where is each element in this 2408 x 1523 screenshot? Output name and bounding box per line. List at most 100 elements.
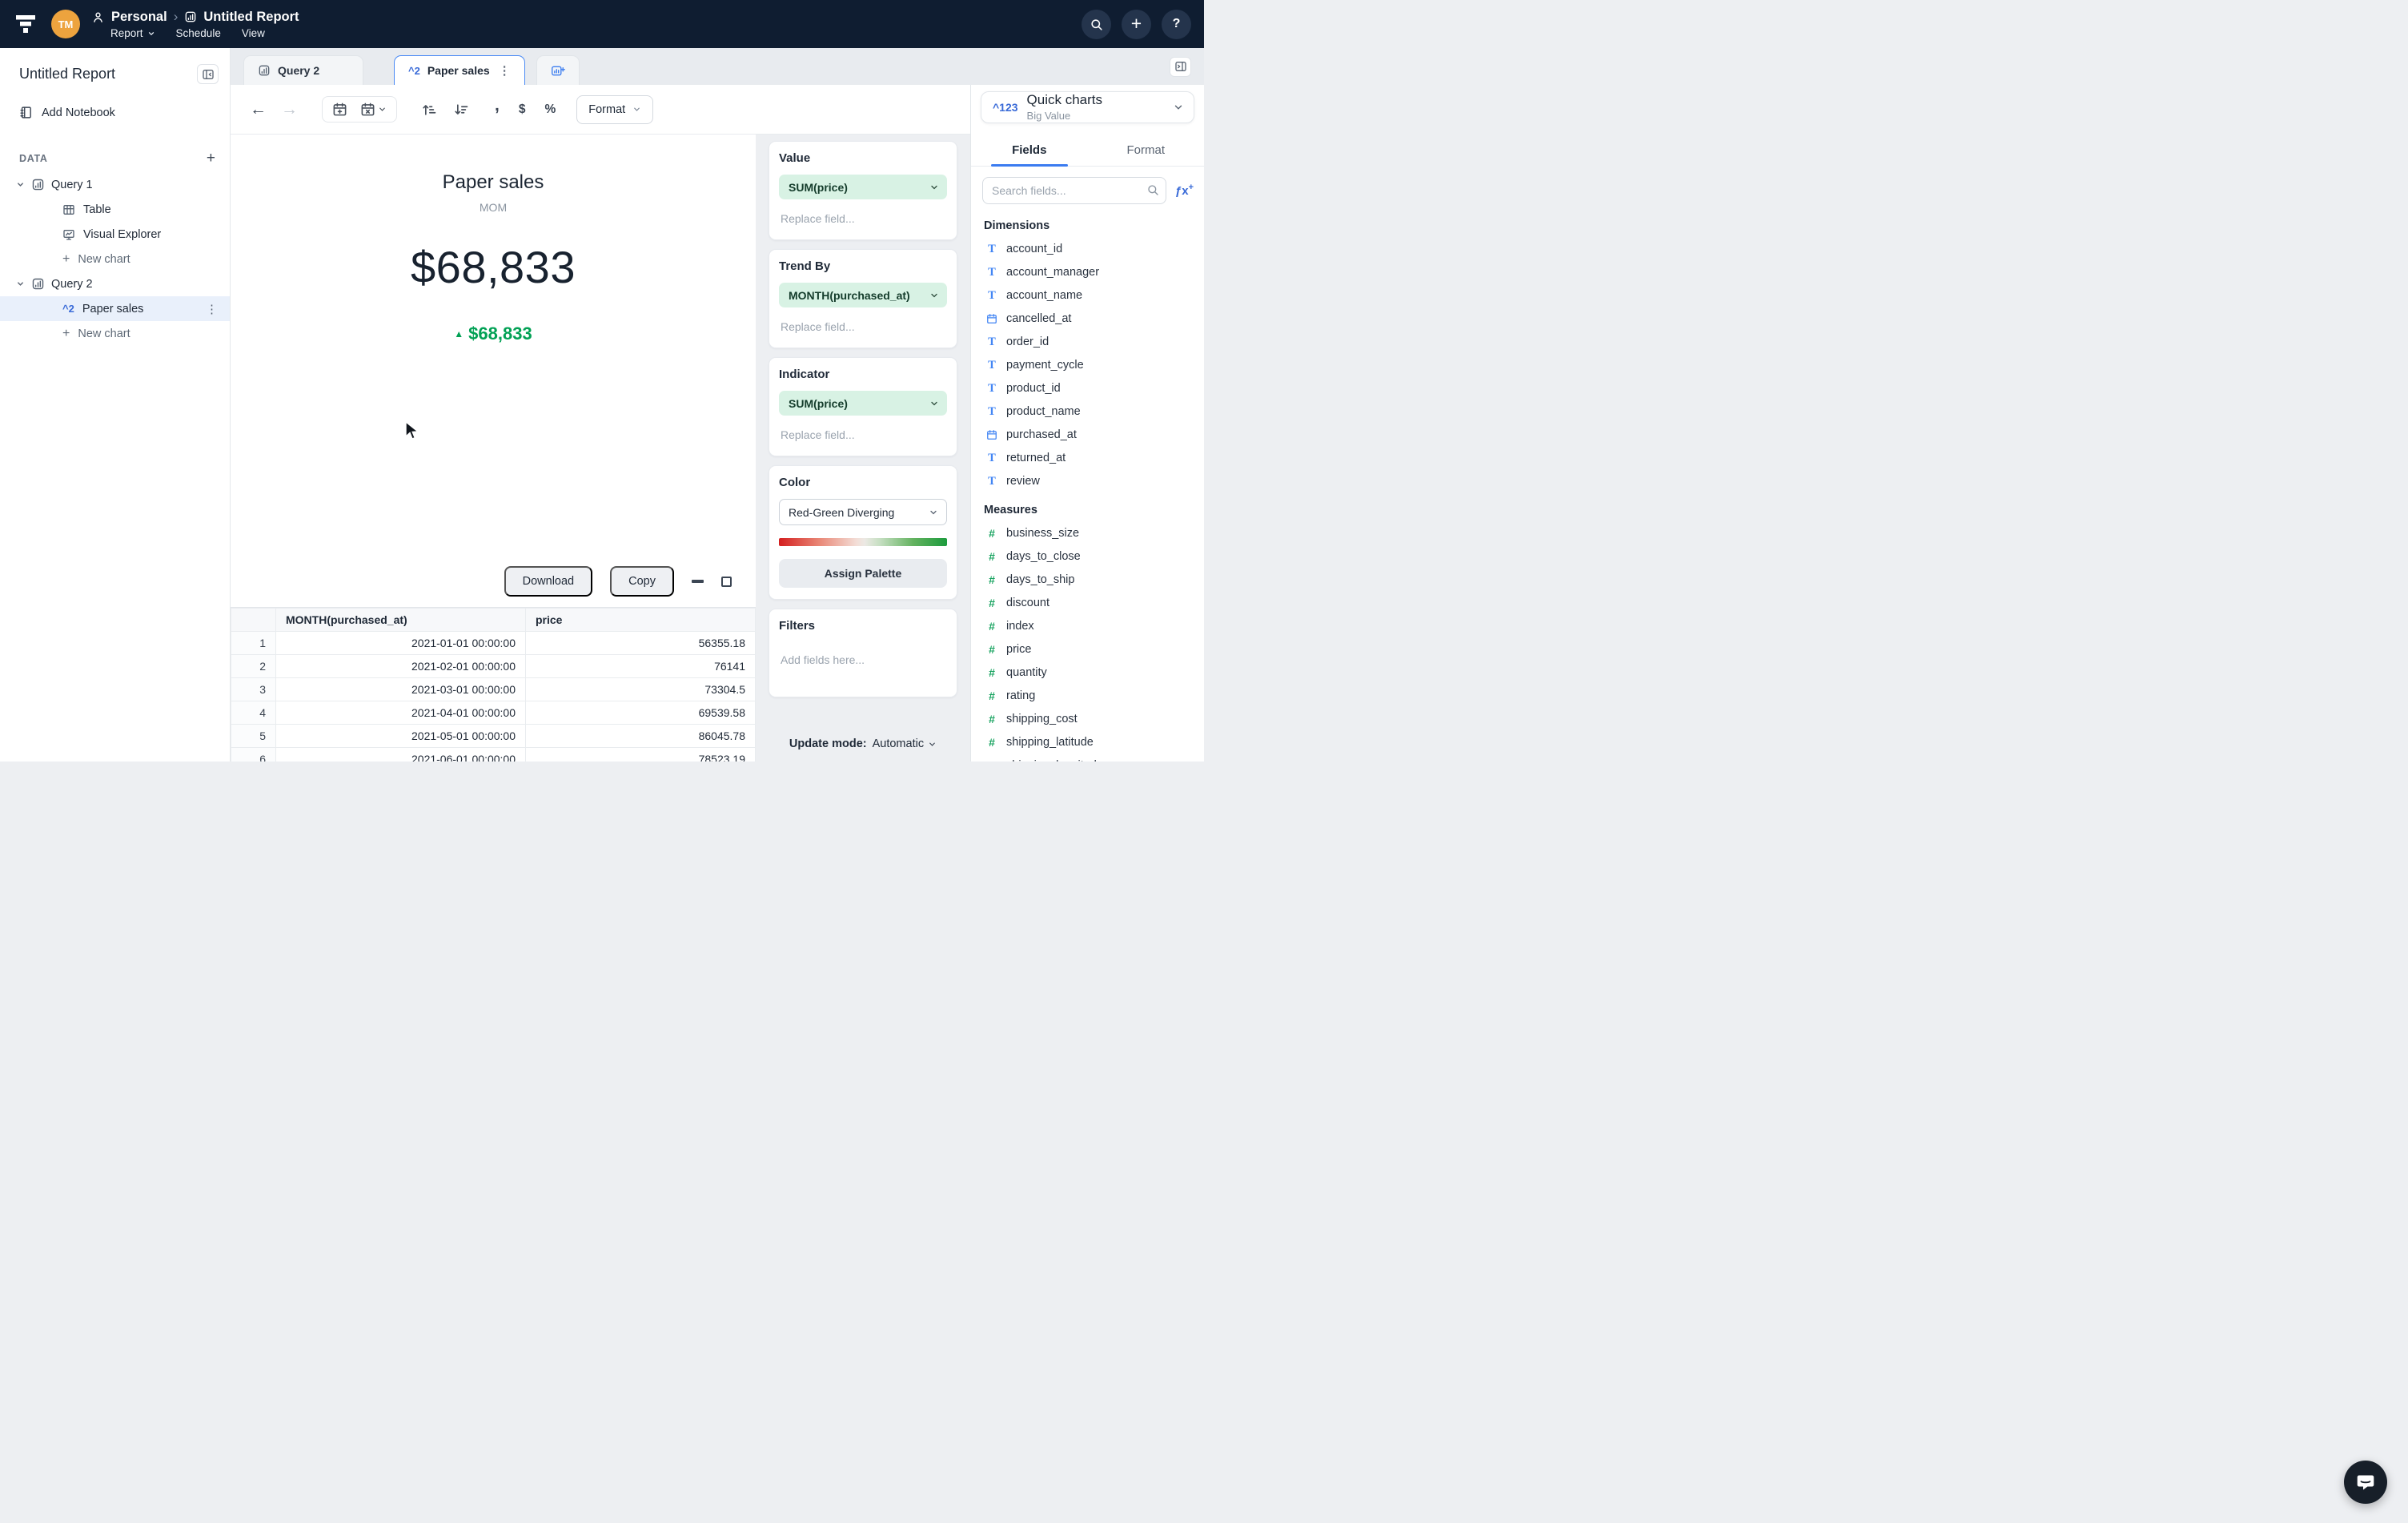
field-account_name[interactable]: Taccount_name (971, 284, 1204, 307)
format-dropdown[interactable]: Format (576, 94, 654, 124)
field-cancelled_at[interactable]: cancelled_at (971, 307, 1204, 331)
table-row: 5 2021-05-01 00:00:00 86045.78 (231, 724, 756, 748)
indicator-replace-dropzone[interactable]: Replace field... (779, 416, 947, 452)
update-mode-select[interactable]: Automatic (873, 737, 937, 750)
download-button[interactable]: Download (504, 566, 593, 597)
quick-charts-dropdown[interactable]: ^123 Quick charts Big Value (981, 91, 1194, 123)
tab-paper-sales[interactable]: ^2 Paper sales ⋮ (394, 55, 525, 85)
field-quantity[interactable]: # quantity (971, 661, 1204, 685)
expand-panel-button[interactable] (1170, 56, 1191, 77)
sidebar-item-query2[interactable]: Query 2 (0, 271, 230, 296)
workspace-name[interactable]: Personal (111, 10, 167, 25)
sidebar-new-chart-query1[interactable]: + New chart (0, 247, 230, 271)
value-field-pill[interactable]: SUM(price) (779, 175, 947, 199)
tab-query2[interactable]: Query 2 (243, 55, 363, 85)
panel-tabs: Fields Format (971, 133, 1204, 167)
sidebar-item-paper-sales[interactable]: ^2 Paper sales ⋮ (0, 296, 230, 321)
kebab-menu-icon[interactable]: ⋮ (206, 302, 230, 316)
help-button[interactable]: ? (1162, 9, 1191, 39)
field-label: order_id (1006, 336, 1049, 349)
sidebar-item-query1[interactable]: Query 1 (0, 172, 230, 197)
assign-palette-button[interactable]: Assign Palette (779, 559, 947, 588)
palette-select[interactable]: Red-Green Diverging (779, 499, 947, 525)
menu-schedule[interactable]: Schedule (176, 27, 221, 39)
field-business_size[interactable]: # business_size (971, 522, 1204, 545)
field-review[interactable]: Treview (971, 470, 1204, 493)
search-fields-input[interactable] (982, 176, 1166, 204)
field-label: rating (1006, 689, 1036, 703)
field-label: shipping_latitude (1006, 736, 1094, 749)
row-number: 2 (231, 654, 276, 678)
trend-field-pill[interactable]: MONTH(purchased_at) (779, 283, 947, 307)
calendar-add-button[interactable] (332, 102, 347, 117)
chevron-down-icon (1174, 105, 1182, 110)
avatar[interactable]: TM (51, 10, 80, 38)
sidebar-new-chart-query2[interactable]: + New chart (0, 321, 230, 346)
trend-replace-dropzone[interactable]: Replace field... (779, 307, 947, 344)
menu-view[interactable]: View (242, 27, 265, 39)
sidebar-item-visual-explorer[interactable]: Visual Explorer (0, 222, 230, 247)
field-price[interactable]: # price (971, 638, 1204, 661)
table-label: Table (83, 203, 111, 216)
field-product_id[interactable]: Tproduct_id (971, 377, 1204, 400)
value-replace-dropzone[interactable]: Replace field... (779, 199, 947, 236)
comma-format-icon[interactable]: , (495, 96, 500, 115)
date-field-icon (987, 314, 997, 324)
chat-support-button[interactable] (2344, 1461, 2387, 1504)
main-area: Query 2 ^2 Paper sales ⋮ ← → , $ % Forma… (231, 48, 1204, 762)
search-button[interactable] (1082, 9, 1111, 39)
field-payment_cycle[interactable]: Tpayment_cycle (971, 354, 1204, 377)
collapse-sidebar-button[interactable] (197, 64, 219, 84)
number-field-icon: # (989, 597, 995, 610)
plus-icon: + (62, 326, 70, 340)
tab-add-chart[interactable] (536, 55, 580, 85)
field-shipping_longitude[interactable]: # shipping_longitude (971, 754, 1204, 762)
field-returned_at[interactable]: Treturned_at (971, 447, 1204, 470)
app-logo[interactable] (11, 10, 40, 38)
redo-forward-icon[interactable]: → (281, 101, 298, 118)
field-shipping_cost[interactable]: # shipping_cost (971, 708, 1204, 731)
field-index[interactable]: # index (971, 615, 1204, 638)
calendar-remove-button[interactable] (360, 102, 387, 117)
undo-back-icon[interactable]: ← (250, 101, 267, 118)
text-field-icon: T (988, 288, 996, 302)
report-title[interactable]: Untitled Report (203, 10, 299, 25)
number-field-icon: # (989, 759, 995, 762)
field-label: quantity (1006, 666, 1047, 680)
field-account_manager[interactable]: Taccount_manager (971, 261, 1204, 284)
add-notebook-button[interactable]: Add Notebook (0, 97, 230, 128)
kebab-menu-icon[interactable]: ⋮ (499, 63, 511, 78)
number-field-icon: # (989, 643, 995, 657)
date-field-icon (987, 430, 997, 440)
expand-table-button[interactable] (721, 576, 732, 587)
field-discount[interactable]: # discount (971, 592, 1204, 615)
field-rating[interactable]: # rating (971, 685, 1204, 708)
tab-fields[interactable]: Fields (971, 133, 1088, 167)
result-table[interactable]: MONTH(purchased_at) price 1 2021-01-01 0… (231, 607, 756, 762)
sidebar-item-table[interactable]: Table (0, 197, 230, 222)
add-data-button[interactable]: + (207, 151, 215, 166)
collapse-table-button[interactable] (692, 580, 704, 583)
price-column-header: price (525, 608, 756, 632)
copy-button[interactable]: Copy (610, 566, 674, 597)
filters-dropzone[interactable]: Add fields here... (779, 642, 947, 693)
field-purchased_at[interactable]: purchased_at (971, 424, 1204, 447)
update-mode-value: Automatic (872, 737, 925, 750)
tab-format[interactable]: Format (1088, 133, 1205, 166)
month-cell: 2021-01-01 00:00:00 (275, 631, 526, 655)
field-order_id[interactable]: Torder_id (971, 331, 1204, 354)
field-account_id[interactable]: Taccount_id (971, 238, 1204, 261)
menu-report[interactable]: Report (110, 27, 155, 39)
add-button[interactable]: + (1122, 9, 1151, 39)
chevron-down-icon (18, 282, 23, 286)
field-days_to_close[interactable]: # days_to_close (971, 545, 1204, 569)
add-formula-button[interactable]: ƒx+ (1175, 183, 1194, 198)
indicator-field-pill[interactable]: SUM(price) (779, 391, 947, 416)
field-product_name[interactable]: Tproduct_name (971, 400, 1204, 424)
sort-ascending-button[interactable] (421, 102, 437, 118)
sort-descending-button[interactable] (453, 102, 469, 118)
field-shipping_latitude[interactable]: # shipping_latitude (971, 731, 1204, 754)
percent-format-icon[interactable]: % (544, 102, 556, 117)
currency-format-icon[interactable]: $ (519, 102, 526, 117)
field-days_to_ship[interactable]: # days_to_ship (971, 569, 1204, 592)
